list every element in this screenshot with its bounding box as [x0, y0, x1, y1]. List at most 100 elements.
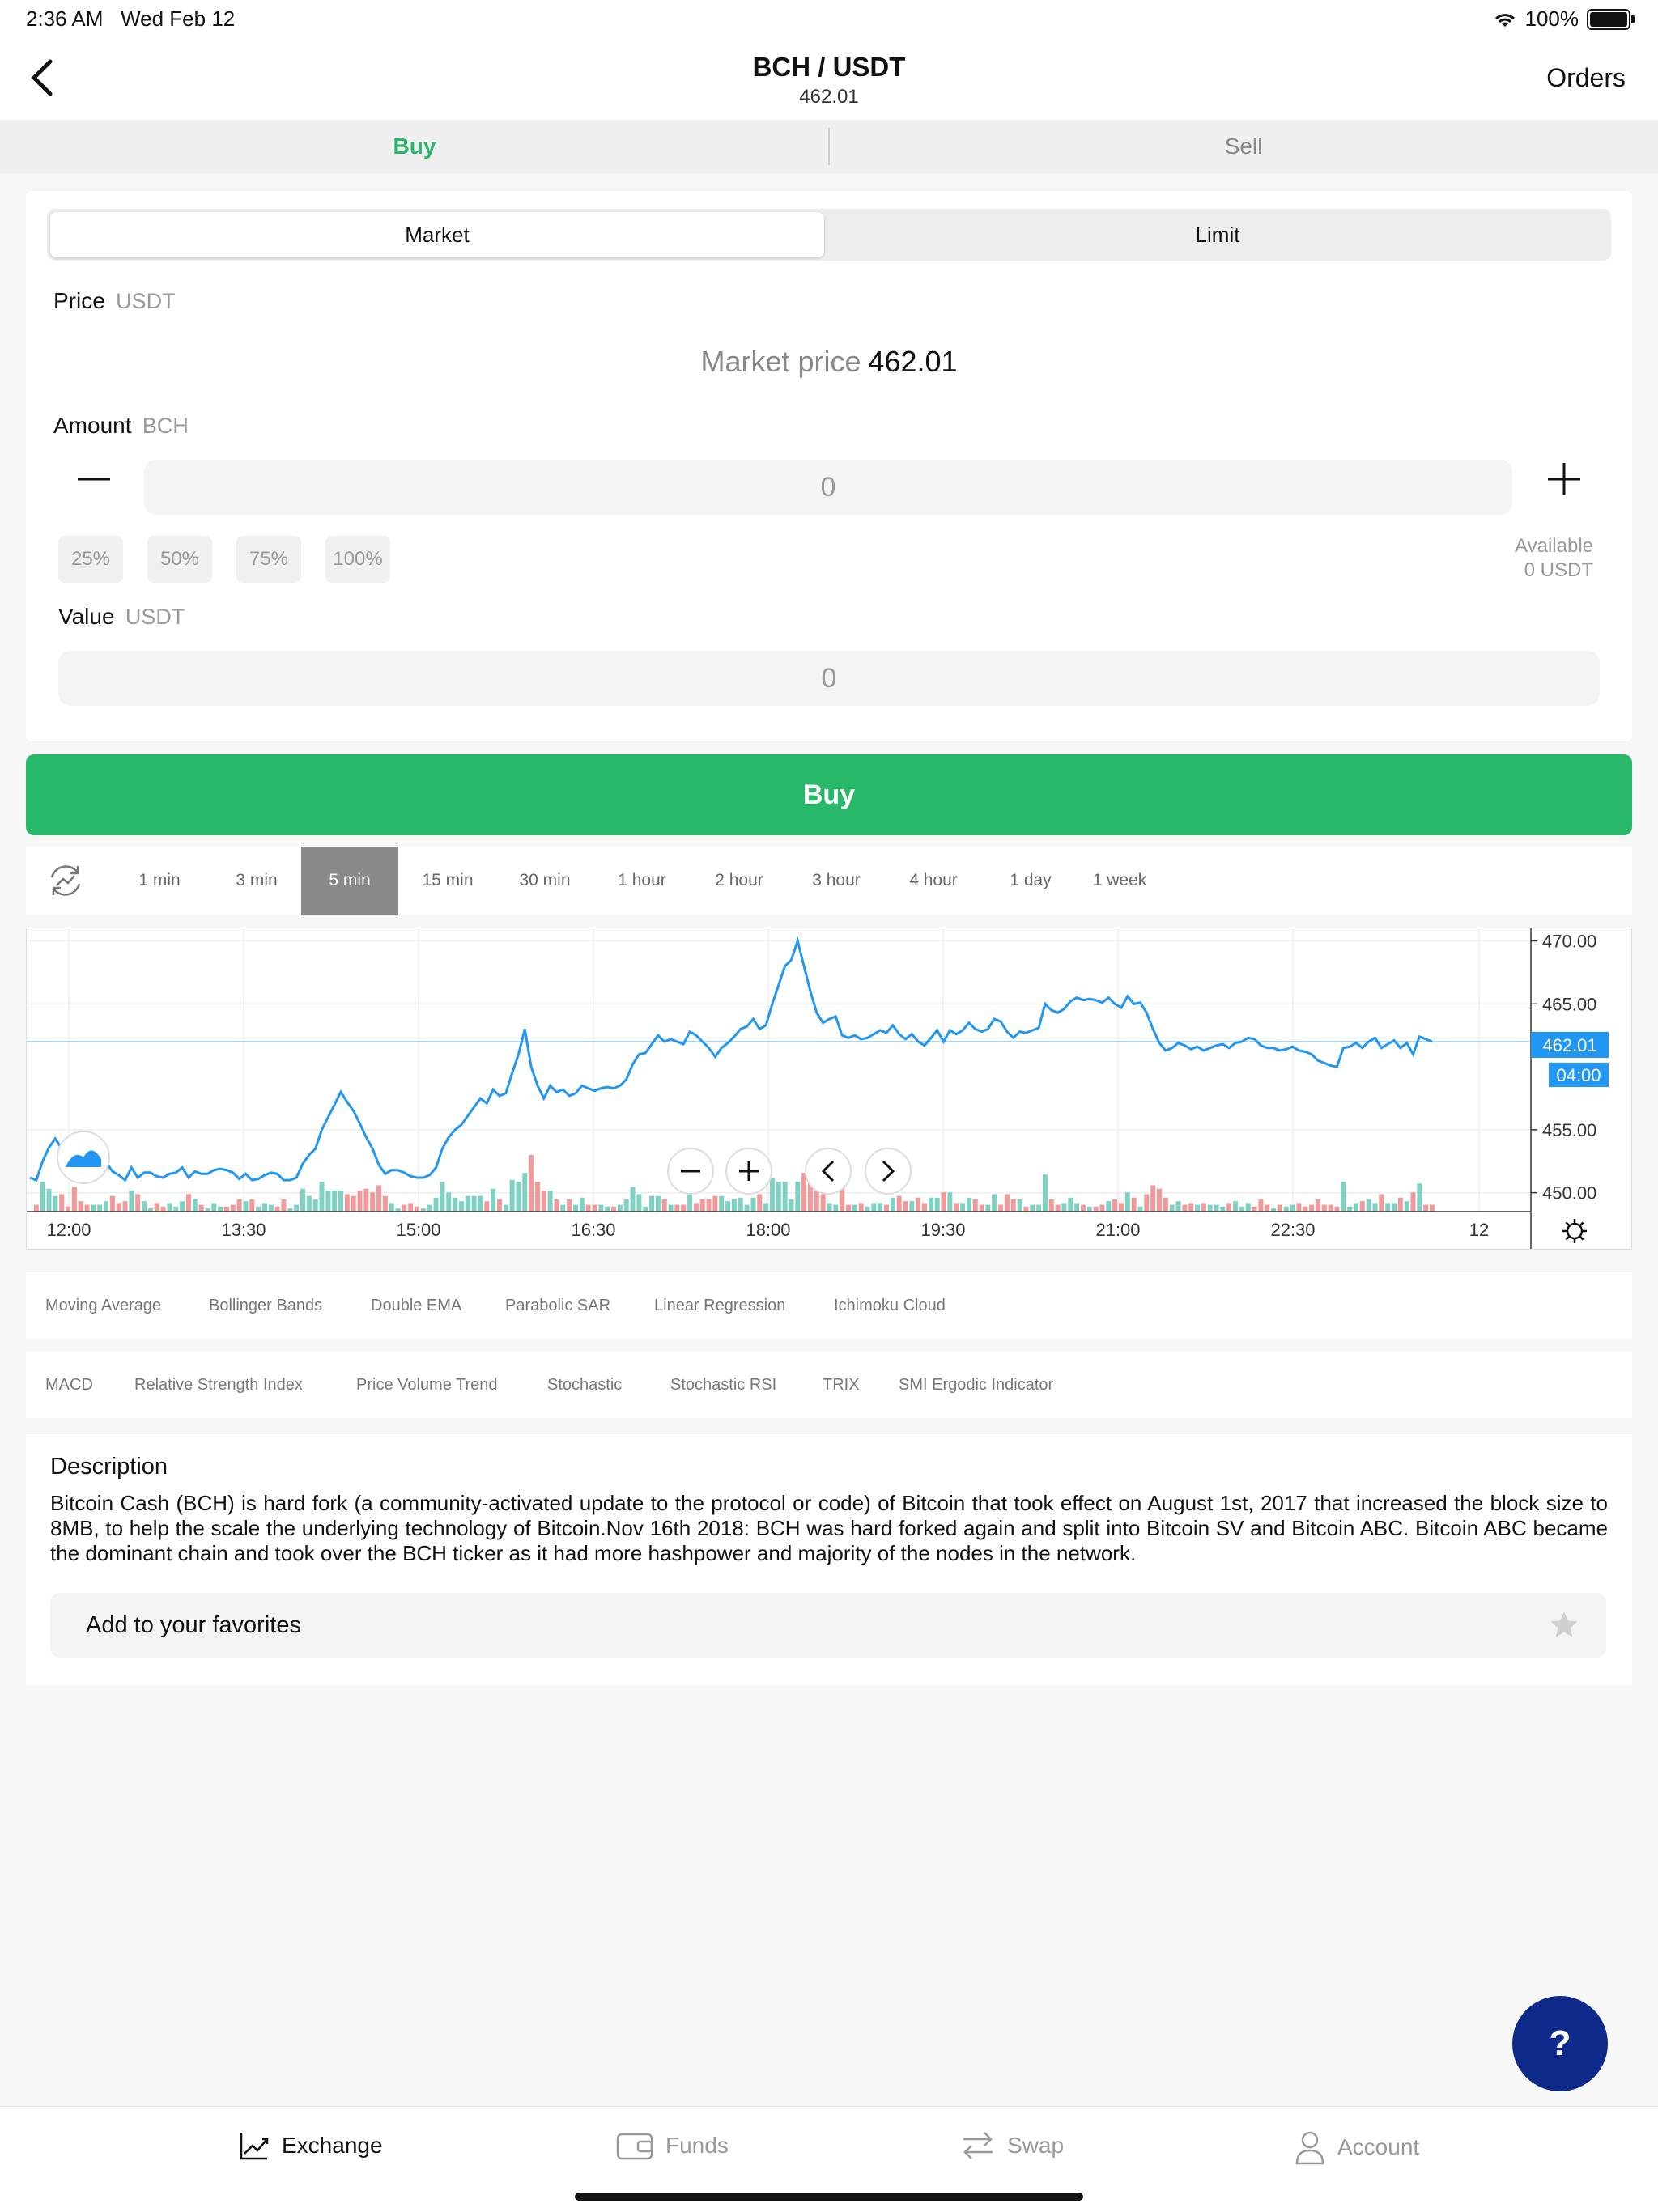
- indicator-parabolic-sar[interactable]: Parabolic SAR: [505, 1272, 610, 1339]
- nav-swap[interactable]: Swap: [960, 2129, 1064, 2162]
- star-icon[interactable]: [1548, 1609, 1580, 1641]
- volume-bar: [1175, 1201, 1181, 1212]
- volume-bar: [458, 1201, 464, 1212]
- volume-bar: [744, 1204, 750, 1212]
- indicator-rsi[interactable]: Relative Strength Index: [134, 1352, 303, 1418]
- x-tick-label: 16:30: [571, 1220, 615, 1240]
- interval-bar: 1 min 3 min 5 min 15 min 30 min 1 hour 2…: [26, 847, 1632, 915]
- interval-2-hour[interactable]: 2 hour: [703, 847, 776, 915]
- price-chart[interactable]: 470.00 465.00 455.00 450.00 12:00 13:30 15:00…: [26, 928, 1632, 1250]
- indicator-stochastic[interactable]: Stochastic: [547, 1352, 622, 1418]
- percent-75-button[interactable]: 75%: [236, 536, 301, 583]
- tab-sell[interactable]: Sell: [829, 120, 1658, 173]
- buy-button[interactable]: Buy: [26, 754, 1632, 835]
- orders-button[interactable]: Orders: [1546, 63, 1626, 93]
- indicator-ichimoku-cloud[interactable]: Ichimoku Cloud: [834, 1272, 946, 1339]
- volume-bar: [1048, 1199, 1054, 1212]
- volume-bar: [699, 1199, 705, 1212]
- market-price-value: 462.01: [868, 345, 958, 378]
- interval-15-min[interactable]: 15 min: [411, 847, 484, 915]
- volume-bar: [1093, 1206, 1099, 1212]
- nav-account-label: Account: [1337, 2134, 1420, 2159]
- tab-buy[interactable]: Buy: [0, 120, 829, 173]
- volume-bar: [916, 1197, 921, 1212]
- volume-bar: [1341, 1182, 1346, 1212]
- interval-3-min[interactable]: 3 min: [225, 847, 288, 915]
- volume-bar: [789, 1199, 794, 1212]
- percent-50-button[interactable]: 50%: [147, 536, 212, 583]
- interval-3-hour[interactable]: 3 hour: [800, 847, 873, 915]
- amount-input[interactable]: 0: [144, 460, 1512, 515]
- chart-type-button[interactable]: [57, 1131, 110, 1184]
- indicator-double-ema[interactable]: Double EMA: [371, 1272, 461, 1339]
- chart-settings-button[interactable]: [1562, 1219, 1587, 1243]
- value-label-row: Value USDT: [58, 604, 185, 630]
- indicator-price-volume-trend[interactable]: Price Volume Trend: [356, 1352, 498, 1418]
- indicator-moving-average[interactable]: Moving Average: [45, 1272, 161, 1339]
- x-tick-label: 22:30: [1270, 1220, 1315, 1240]
- value-input[interactable]: 0: [58, 651, 1600, 706]
- zoom-in-button[interactable]: [725, 1148, 772, 1195]
- interval-30-min[interactable]: 30 min: [508, 847, 581, 915]
- volume-bar: [180, 1201, 185, 1212]
- interval-4-hour[interactable]: 4 hour: [897, 847, 970, 915]
- indicator-smi-ergodic[interactable]: SMI Ergodic Indicator: [899, 1352, 1053, 1418]
- volume-bar: [1086, 1206, 1092, 1212]
- x-tick-label: 13:30: [221, 1220, 266, 1240]
- volume-bar: [1036, 1204, 1042, 1212]
- nav-swap-label: Swap: [1007, 2133, 1065, 2158]
- volume-bar: [960, 1203, 966, 1212]
- volume-bar: [630, 1187, 636, 1212]
- interval-1-week[interactable]: 1 week: [1083, 847, 1156, 915]
- segment-market[interactable]: Market: [50, 212, 824, 257]
- volume-bar: [636, 1194, 642, 1212]
- help-button[interactable]: ?: [1512, 1996, 1608, 2091]
- interval-5-min[interactable]: 5 min: [301, 847, 398, 915]
- volume-bar: [1397, 1197, 1403, 1212]
- indicator-macd[interactable]: MACD: [45, 1352, 93, 1418]
- percent-100-button[interactable]: 100%: [325, 536, 390, 583]
- add-favorites-row[interactable]: Add to your favorites: [50, 1593, 1606, 1658]
- chart-svg[interactable]: 470.00 465.00 455.00 450.00 12:00 13:30 15:00…: [27, 928, 1631, 1249]
- swap-icon: [963, 2132, 993, 2159]
- volume-bar: [71, 1187, 77, 1212]
- volume-bar: [230, 1204, 236, 1212]
- price-series-line: [29, 936, 1433, 1182]
- zoom-out-button[interactable]: [667, 1148, 714, 1195]
- volume-bar: [198, 1204, 204, 1212]
- indicator-stochastic-rsi[interactable]: Stochastic RSI: [670, 1352, 776, 1418]
- volume-bar: [922, 1203, 928, 1212]
- volume-bar: [750, 1197, 756, 1212]
- interval-1-min[interactable]: 1 min: [128, 847, 191, 915]
- segment-limit[interactable]: Limit: [827, 212, 1608, 257]
- indicator-trix[interactable]: TRIX: [823, 1352, 860, 1418]
- minus-icon[interactable]: [76, 461, 112, 497]
- nav-funds[interactable]: Funds: [615, 2129, 729, 2162]
- description-title: Description: [50, 1454, 168, 1480]
- value-label: Value: [58, 604, 115, 629]
- volume-bar: [858, 1203, 864, 1212]
- scroll-left-button[interactable]: [805, 1148, 852, 1195]
- scroll-right-button[interactable]: [865, 1148, 912, 1195]
- volume-bar: [801, 1173, 807, 1212]
- chart-refresh-icon[interactable]: [45, 861, 86, 900]
- indicator-bollinger-bands[interactable]: Bollinger Bands: [209, 1272, 322, 1339]
- percent-25-button[interactable]: 25%: [58, 536, 123, 583]
- volume-bar: [1239, 1206, 1244, 1212]
- interval-1-hour[interactable]: 1 hour: [606, 847, 678, 915]
- volume-bar: [896, 1195, 902, 1212]
- volume-bar: [1290, 1204, 1295, 1212]
- volume-bar: [160, 1206, 166, 1212]
- volume-bar: [40, 1182, 45, 1212]
- volume-bar: [1074, 1203, 1080, 1212]
- indicator-linear-regression[interactable]: Linear Regression: [654, 1272, 785, 1339]
- volume-bar: [617, 1204, 623, 1212]
- volume-bar: [453, 1197, 458, 1212]
- interval-1-day[interactable]: 1 day: [994, 847, 1067, 915]
- nav-account[interactable]: Account: [1294, 2129, 1419, 2165]
- volume-bar: [1258, 1199, 1264, 1212]
- volume-bar: [534, 1182, 540, 1212]
- plus-icon[interactable]: [1546, 461, 1582, 497]
- nav-exchange[interactable]: Exchange: [238, 2129, 383, 2162]
- volume-bar: [1169, 1204, 1175, 1212]
